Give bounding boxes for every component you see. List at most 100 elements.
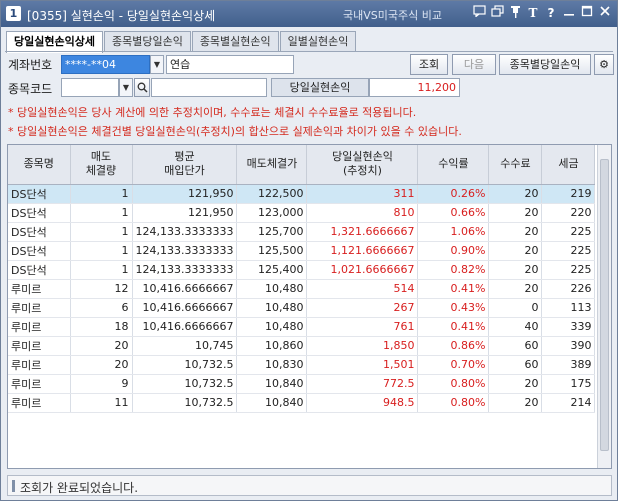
stock-code-input[interactable] (61, 78, 119, 97)
cell-return-rate: 0.80% (417, 374, 490, 394)
daily-pnl-by-stock-button[interactable]: 종목별당일손익 (499, 54, 591, 75)
realized-pnl-table: 종목명 매도 체결량 평균 매입단가 매도체결가 당일실현손익 (추정치) 수익률 수… (7, 144, 612, 469)
cell-stock-name: DS단석 (8, 260, 71, 280)
col-sell-price[interactable]: 매도체결가 (236, 145, 308, 185)
cell-realized-pnl: 1,121.6666667 (306, 241, 419, 261)
maximize-icon[interactable] (579, 5, 595, 22)
col-return-rate[interactable]: 수익률 (417, 145, 490, 185)
cell-tax: 113 (541, 298, 596, 318)
table-row[interactable]: 루미르 9 10,732.5 10,840 772.5 0.80% 20 175 (8, 374, 596, 394)
cell-sell-qty: 1 (70, 241, 133, 261)
table-row[interactable]: 루미르 12 10,416.6666667 10,480 514 0.41% 20 226 (8, 279, 596, 299)
account-dropdown-button[interactable]: ▼ (150, 55, 164, 74)
col-realized-pnl[interactable]: 당일실현손익 (추정치) (306, 145, 419, 185)
cell-tax: 389 (541, 355, 596, 375)
table-row[interactable]: DS단석 1 124,133.3333333 125,700 1,321.6666667… (8, 222, 596, 242)
cell-sell-price: 10,840 (236, 393, 308, 413)
cell-sell-qty: 12 (70, 279, 133, 299)
cell-sell-price: 10,480 (236, 317, 308, 337)
today-pnl-value: 11,200 (369, 78, 460, 97)
cell-sell-price: 10,830 (236, 355, 308, 375)
cell-stock-name: DS단석 (8, 222, 71, 242)
col-avg-buy-price[interactable]: 평균 매입단가 (132, 145, 238, 185)
cell-tax: 225 (541, 222, 596, 242)
notice-difference: * 당일실현손익은 체결건별 당일실현손익(추정치)의 합산으로 실제손익과 차… (8, 125, 462, 138)
next-button[interactable]: 다음 (452, 54, 496, 75)
table-row[interactable]: DS단석 1 124,133.3333333 125,500 1,121.6666667… (8, 241, 596, 261)
table-row[interactable]: 루미르 11 10,732.5 10,840 948.5 0.80% 20 214 (8, 393, 596, 413)
cell-avg-buy-price: 10,416.6666667 (132, 279, 238, 299)
search-icon[interactable] (134, 78, 150, 97)
window-title: [0355] 실현손익 - 당일실현손익상세 (27, 9, 216, 23)
cell-realized-pnl: 311 (306, 184, 419, 204)
stock-code-dropdown-button[interactable]: ▼ (119, 78, 133, 97)
cell-stock-name: 루미르 (8, 279, 71, 299)
title-bar[interactable]: 1 [0355] 실현손익 - 당일실현손익상세 국내VS미국주식 비교 T ? (1, 1, 617, 27)
notice-estimate: * 당일실현손익은 당사 계산에 의한 추정치이며, 수수료는 체결시 수수료율… (8, 106, 417, 119)
pin-icon[interactable] (507, 5, 523, 22)
table-row[interactable]: 루미르 18 10,416.6666667 10,480 761 0.41% 40 339 (8, 317, 596, 337)
account-label: 계좌번호 (8, 58, 53, 72)
cell-realized-pnl: 948.5 (306, 393, 419, 413)
scrollbar-thumb[interactable] (600, 159, 609, 451)
cell-tax: 339 (541, 317, 596, 337)
cell-sell-price: 10,480 (236, 298, 308, 318)
cell-fee: 60 (488, 355, 543, 375)
screen-number-badge: 1 (6, 6, 21, 21)
settings-gear-icon[interactable]: ⚙ (594, 54, 614, 75)
query-button[interactable]: 조회 (410, 54, 448, 75)
help-icon[interactable]: ? (543, 5, 559, 22)
title-icons: T ? (471, 5, 613, 22)
cell-realized-pnl: 1,501 (306, 355, 419, 375)
cell-sell-price: 123,000 (236, 203, 308, 223)
cell-tax: 219 (541, 184, 596, 204)
cell-realized-pnl: 1,021.6666667 (306, 260, 419, 280)
cell-sell-price: 10,860 (236, 336, 308, 356)
cell-sell-qty: 9 (70, 374, 133, 394)
cell-sell-price: 122,500 (236, 184, 308, 204)
cell-sell-qty: 11 (70, 393, 133, 413)
cell-stock-name: 루미르 (8, 298, 71, 318)
table-row[interactable]: 루미르 20 10,732.5 10,830 1,501 0.70% 60 389 (8, 355, 596, 375)
stock-code-label: 종목코드 (8, 82, 53, 96)
close-icon[interactable] (597, 5, 613, 22)
cell-avg-buy-price: 10,732.5 (132, 393, 238, 413)
cell-avg-buy-price: 10,732.5 (132, 374, 238, 394)
table-row[interactable]: 루미르 6 10,416.6666667 10,480 267 0.43% 0 113 (8, 298, 596, 318)
cell-realized-pnl: 514 (306, 279, 419, 299)
tab-daily-realized-detail[interactable]: 당일실현손익상세 (6, 31, 103, 53)
account-number-field[interactable]: ****-**04 (61, 55, 150, 74)
col-sell-qty[interactable]: 매도 체결량 (70, 145, 133, 185)
cell-realized-pnl: 761 (306, 317, 419, 337)
copy-icon[interactable] (489, 5, 505, 22)
minimize-icon[interactable] (561, 5, 577, 22)
tab-daily-pnl-by-stock[interactable]: 종목별당일손익 (103, 31, 191, 52)
tab-realized-pnl-by-stock[interactable]: 종목별실현손익 (191, 31, 279, 52)
compare-link[interactable]: 국내VS미국주식 비교 (343, 7, 442, 23)
cell-realized-pnl: 1,850 (306, 336, 419, 356)
cell-fee: 20 (488, 279, 543, 299)
stock-name-field (151, 78, 267, 97)
cell-fee: 20 (488, 393, 543, 413)
cell-tax: 225 (541, 241, 596, 261)
vertical-scrollbar[interactable] (597, 145, 611, 468)
cell-fee: 20 (488, 260, 543, 280)
tab-daily-realized-pnl[interactable]: 일별실현손익 (279, 31, 357, 52)
realized-pnl-window: 1 [0355] 실현손익 - 당일실현손익상세 국내VS미국주식 비교 T ? (0, 0, 618, 501)
col-fee[interactable]: 수수료 (488, 145, 543, 185)
table-row[interactable]: DS단석 1 121,950 123,000 810 0.66% 20 220 (8, 203, 596, 223)
cell-return-rate: 0.70% (417, 355, 490, 375)
cell-realized-pnl: 267 (306, 298, 419, 318)
table-row[interactable]: DS단석 1 121,950 122,500 311 0.26% 20 219 (8, 184, 596, 204)
cell-tax: 226 (541, 279, 596, 299)
cell-avg-buy-price: 124,133.3333333 (132, 260, 238, 280)
table-row[interactable]: DS단석 1 124,133.3333333 125,400 1,021.6666667… (8, 260, 596, 280)
font-size-icon[interactable]: T (525, 5, 541, 22)
col-stock-name[interactable]: 종목명 (8, 145, 71, 185)
cell-realized-pnl: 1,321.6666667 (306, 222, 419, 242)
cell-sell-price: 10,840 (236, 374, 308, 394)
table-row[interactable]: 루미르 20 10,745 10,860 1,850 0.86% 60 390 (8, 336, 596, 356)
chat-icon[interactable] (471, 5, 487, 22)
col-tax[interactable]: 세금 (541, 145, 596, 185)
cell-sell-price: 125,700 (236, 222, 308, 242)
